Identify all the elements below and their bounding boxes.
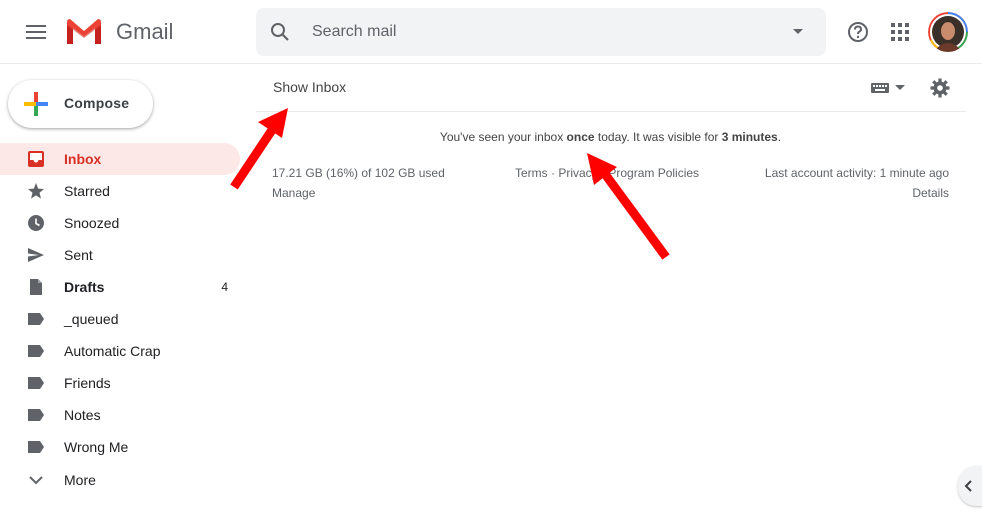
chevron-left-icon bbox=[964, 480, 972, 492]
search-options-button[interactable] bbox=[786, 20, 810, 44]
notice-text: . bbox=[777, 130, 782, 144]
main-menu-button[interactable] bbox=[16, 12, 56, 52]
input-tools-button[interactable] bbox=[866, 76, 910, 100]
notice-duration: 3 minutes bbox=[721, 130, 778, 144]
drafts-count: 4 bbox=[221, 280, 228, 294]
show-inbox-link[interactable]: Show Inbox bbox=[273, 79, 346, 95]
notice-text: today. It was visible for bbox=[594, 130, 722, 144]
gmail-logo-icon[interactable] bbox=[64, 16, 104, 48]
caret-down-icon bbox=[895, 85, 905, 90]
sidebar-item-label: Wrong Me bbox=[64, 439, 129, 455]
search-input[interactable] bbox=[312, 8, 752, 56]
gear-icon bbox=[930, 78, 950, 98]
sidebar-item-label: Drafts bbox=[64, 279, 105, 295]
keyboard-icon bbox=[871, 83, 889, 93]
settings-button[interactable] bbox=[926, 74, 954, 102]
sidebar-item-notes[interactable]: Notes bbox=[0, 399, 240, 431]
inbox-icon bbox=[26, 149, 46, 169]
notice-text: You've seen your inbox bbox=[439, 130, 567, 144]
sidebar-item-label: Starred bbox=[64, 183, 110, 199]
terms-link[interactable]: Terms bbox=[515, 166, 548, 180]
privacy-link[interactable]: Privacy bbox=[558, 166, 597, 180]
inbox-visibility-notice: You've seen your inbox once today. It wa… bbox=[0, 130, 982, 144]
chevron-down-icon bbox=[26, 470, 46, 490]
draft-icon bbox=[26, 277, 46, 297]
search-bar[interactable] bbox=[256, 8, 826, 56]
caret-down-icon bbox=[793, 29, 803, 34]
plus-icon bbox=[24, 92, 48, 116]
label-icon bbox=[26, 405, 46, 425]
link-separator: · bbox=[597, 166, 609, 180]
sidebar-item-drafts[interactable]: Drafts 4 bbox=[0, 271, 240, 303]
sidebar-item-automatic-crap[interactable]: Automatic Crap bbox=[0, 335, 240, 367]
storage-usage: 17.21 GB (16%) of 102 GB used bbox=[272, 166, 445, 180]
label-icon bbox=[26, 309, 46, 329]
send-icon bbox=[26, 245, 46, 265]
sidebar-item-label: Inbox bbox=[64, 151, 102, 167]
star-icon bbox=[26, 181, 46, 201]
sidebar-item-snoozed[interactable]: Snoozed bbox=[0, 207, 240, 239]
sidebar-item-label: More bbox=[64, 472, 96, 488]
compose-label: Compose bbox=[64, 95, 130, 111]
search-icon[interactable] bbox=[268, 20, 292, 44]
support-button[interactable] bbox=[838, 12, 878, 52]
link-separator: · bbox=[547, 166, 559, 180]
sidebar-item-friends[interactable]: Friends bbox=[0, 367, 240, 399]
activity-details-link[interactable]: Details bbox=[850, 186, 949, 200]
clock-icon bbox=[26, 213, 46, 233]
side-panel-toggle[interactable] bbox=[958, 466, 982, 506]
manage-storage-link[interactable]: Manage bbox=[272, 186, 315, 200]
sidebar-item-sent[interactable]: Sent bbox=[0, 239, 240, 271]
last-account-activity: Last account activity: 1 minute ago bbox=[764, 166, 949, 180]
sidebar-item-label: Automatic Crap bbox=[64, 343, 161, 359]
program-policies-link[interactable]: Program Policies bbox=[608, 166, 699, 180]
footer-links: Terms · Privacy · Program Policies bbox=[515, 166, 699, 180]
sidebar-item-label: Sent bbox=[64, 247, 93, 263]
sidebar-item-label: Friends bbox=[64, 375, 111, 391]
sidebar-item-label: _queued bbox=[64, 311, 119, 327]
label-icon bbox=[26, 341, 46, 361]
notice-count: once bbox=[566, 130, 595, 144]
hamburger-menu-icon bbox=[26, 25, 46, 39]
sidebar-item-starred[interactable]: Starred bbox=[0, 175, 240, 207]
top-bar: Gmail bbox=[0, 0, 982, 64]
label-icon bbox=[26, 373, 46, 393]
sidebar-item-inbox[interactable]: Inbox bbox=[0, 143, 240, 175]
account-avatar[interactable] bbox=[928, 12, 968, 52]
google-apps-button[interactable] bbox=[880, 12, 920, 52]
sidebar-item-queued[interactable]: _queued bbox=[0, 303, 240, 335]
sidebar-item-label: Notes bbox=[64, 407, 101, 423]
compose-button[interactable]: Compose bbox=[8, 80, 153, 128]
apps-grid-icon bbox=[891, 23, 909, 41]
toolbar-divider bbox=[256, 111, 966, 112]
app-name[interactable]: Gmail bbox=[116, 19, 173, 45]
label-icon bbox=[26, 437, 46, 457]
sidebar-item-label: Snoozed bbox=[64, 215, 120, 231]
help-icon bbox=[848, 22, 868, 42]
sidebar-item-wrong-me[interactable]: Wrong Me bbox=[0, 431, 240, 463]
sidebar-item-more[interactable]: More bbox=[0, 464, 240, 496]
